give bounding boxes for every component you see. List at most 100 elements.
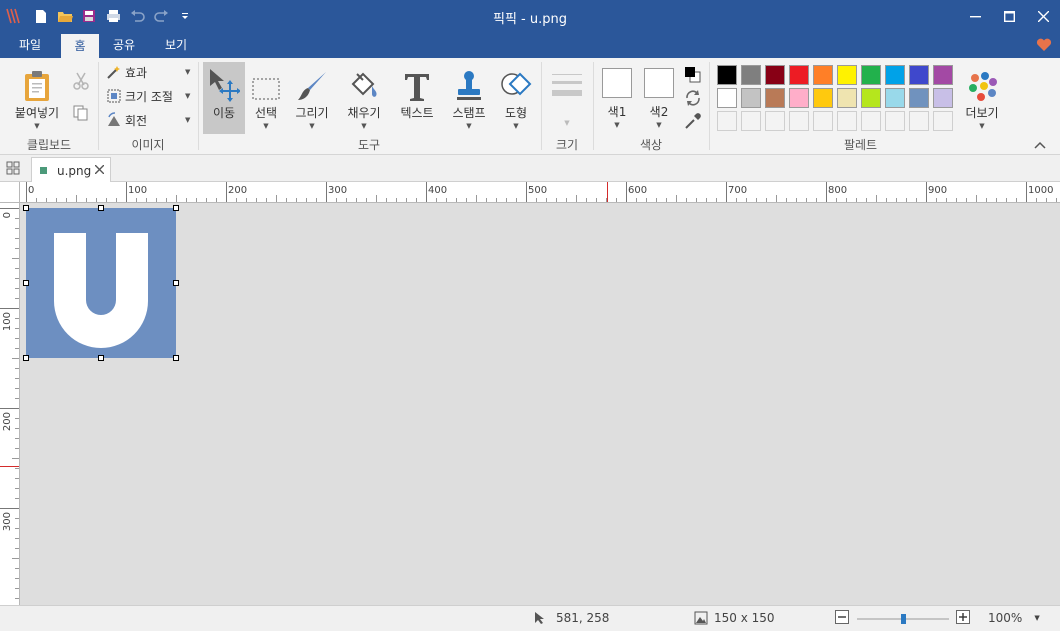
more-colors-dropdown-icon[interactable]: ▼ xyxy=(960,121,1004,131)
palette-empty-slot[interactable] xyxy=(933,111,953,131)
shape-tool-button[interactable]: 도형 ▼ xyxy=(496,66,536,131)
resize-button[interactable]: 크기 조절 ▼ xyxy=(105,85,193,107)
palette-swatch[interactable] xyxy=(741,65,761,85)
shape-dropdown-icon[interactable]: ▼ xyxy=(496,121,536,131)
close-tab-icon[interactable] xyxy=(94,163,105,177)
palette-swatch[interactable] xyxy=(861,65,881,85)
palette-empty-slot[interactable] xyxy=(861,111,881,131)
palette-swatch[interactable] xyxy=(837,65,857,85)
resize-handle[interactable] xyxy=(98,205,104,211)
fill-dropdown-icon[interactable]: ▼ xyxy=(342,121,386,131)
canvas-area[interactable] xyxy=(21,204,1060,605)
palette-swatch[interactable] xyxy=(813,88,833,108)
select-tool-button[interactable]: 선택 ▼ xyxy=(247,66,285,131)
resize-handle[interactable] xyxy=(173,280,179,286)
palette-empty-slot[interactable] xyxy=(765,111,785,131)
fill-tool-button[interactable]: 채우기 ▼ xyxy=(342,66,386,131)
resize-handle[interactable] xyxy=(173,205,179,211)
document-tab[interactable]: u.png xyxy=(31,157,111,183)
resize-handle[interactable] xyxy=(173,355,179,361)
palette-empty-slot[interactable] xyxy=(813,111,833,131)
palette-empty-slot[interactable] xyxy=(789,111,809,131)
ruler-major-tick xyxy=(826,182,827,202)
palette-swatch[interactable] xyxy=(717,65,737,85)
color1-button[interactable]: 색1 ▼ xyxy=(600,68,634,130)
resize-handle[interactable] xyxy=(98,355,104,361)
resize-handle[interactable] xyxy=(23,355,29,361)
palette-swatch[interactable] xyxy=(765,88,785,108)
palette-swatch[interactable] xyxy=(909,88,929,108)
more-colors-button[interactable]: 더보기 ▼ xyxy=(960,66,1004,131)
palette-swatch[interactable] xyxy=(789,88,809,108)
stamp-tool-button[interactable]: 스탬프 ▼ xyxy=(446,66,492,131)
image-content[interactable] xyxy=(26,208,176,358)
resize-handle[interactable] xyxy=(23,280,29,286)
eyedropper-icon[interactable] xyxy=(684,112,702,133)
zoom-dropdown-icon[interactable]: ▼ xyxy=(1034,614,1039,622)
ruler-minor-tick xyxy=(336,198,337,202)
draw-tool-button[interactable]: 그리기 ▼ xyxy=(290,66,334,131)
default-colors-icon[interactable] xyxy=(684,66,701,86)
palette-empty-slot[interactable] xyxy=(741,111,761,131)
zoom-in-button[interactable] xyxy=(956,610,970,624)
ruler-minor-tick xyxy=(56,198,57,202)
tab-file[interactable]: 파일 xyxy=(5,33,55,58)
palette-swatch[interactable] xyxy=(909,65,929,85)
rotate-dropdown-icon[interactable]: ▼ xyxy=(185,116,190,124)
resize-handle[interactable] xyxy=(23,205,29,211)
swap-colors-icon[interactable] xyxy=(684,89,702,110)
ruler-minor-tick xyxy=(15,438,19,439)
palette-swatch[interactable] xyxy=(885,88,905,108)
copy-icon[interactable] xyxy=(72,104,90,125)
colors-group-label: 색상 xyxy=(639,138,663,152)
tab-view[interactable]: 보기 xyxy=(154,33,198,58)
grid-view-icon[interactable] xyxy=(6,161,20,178)
palette-swatch[interactable] xyxy=(813,65,833,85)
size-button[interactable]: ▼ xyxy=(547,66,587,128)
stamp-dropdown-icon[interactable]: ▼ xyxy=(446,121,492,131)
select-dropdown-icon[interactable]: ▼ xyxy=(247,121,285,131)
paste-button[interactable]: 붙여넣기 ▼ xyxy=(8,66,66,131)
cut-icon[interactable] xyxy=(72,72,90,93)
color2-dropdown-icon[interactable]: ▼ xyxy=(642,120,676,130)
selection-rectangle-icon xyxy=(252,78,280,100)
size-dropdown-icon[interactable]: ▼ xyxy=(547,118,587,128)
draw-dropdown-icon[interactable]: ▼ xyxy=(290,121,334,131)
maximize-icon[interactable] xyxy=(992,0,1026,33)
heart-icon[interactable] xyxy=(1036,38,1052,52)
palette-swatch[interactable] xyxy=(789,65,809,85)
resize-dropdown-icon[interactable]: ▼ xyxy=(185,92,190,100)
effect-dropdown-icon[interactable]: ▼ xyxy=(185,68,190,76)
palette-swatch[interactable] xyxy=(933,65,953,85)
collapse-ribbon-icon[interactable] xyxy=(1034,138,1046,152)
move-tool-button[interactable]: 이동 xyxy=(203,66,245,121)
palette-empty-slot[interactable] xyxy=(837,111,857,131)
palette-swatch[interactable] xyxy=(837,88,857,108)
zoom-slider[interactable] xyxy=(857,614,949,624)
palette-swatch[interactable] xyxy=(741,88,761,108)
palette-empty-slot[interactable] xyxy=(885,111,905,131)
palette-empty-slot[interactable] xyxy=(717,111,737,131)
paste-dropdown-icon[interactable]: ▼ xyxy=(8,121,66,131)
palette-swatch[interactable] xyxy=(861,88,881,108)
effect-button[interactable]: 효과 ▼ xyxy=(105,61,193,83)
tab-share[interactable]: 공유 xyxy=(104,33,144,58)
palette-empty-slot[interactable] xyxy=(909,111,929,131)
ruler-minor-tick xyxy=(1016,198,1017,202)
minimize-icon[interactable] xyxy=(958,0,992,33)
palette-swatch[interactable] xyxy=(885,65,905,85)
zoom-out-button[interactable] xyxy=(835,610,849,624)
ruler-minor-tick xyxy=(15,278,19,279)
zoom-slider-thumb[interactable] xyxy=(901,614,906,624)
zoom-level[interactable]: 100% ▼ xyxy=(988,611,1040,625)
tab-home[interactable]: 홈 xyxy=(61,34,99,58)
palette-swatch[interactable] xyxy=(933,88,953,108)
palette-swatch[interactable] xyxy=(765,65,785,85)
rotate-button[interactable]: 회전 ▼ xyxy=(105,109,193,131)
color2-button[interactable]: 색2 ▼ xyxy=(642,68,676,130)
color1-dropdown-icon[interactable]: ▼ xyxy=(600,120,634,130)
ruler-minor-tick xyxy=(386,198,387,202)
palette-swatch[interactable] xyxy=(717,88,737,108)
text-tool-button[interactable]: 텍스트 xyxy=(394,66,440,121)
close-icon[interactable] xyxy=(1026,0,1060,33)
